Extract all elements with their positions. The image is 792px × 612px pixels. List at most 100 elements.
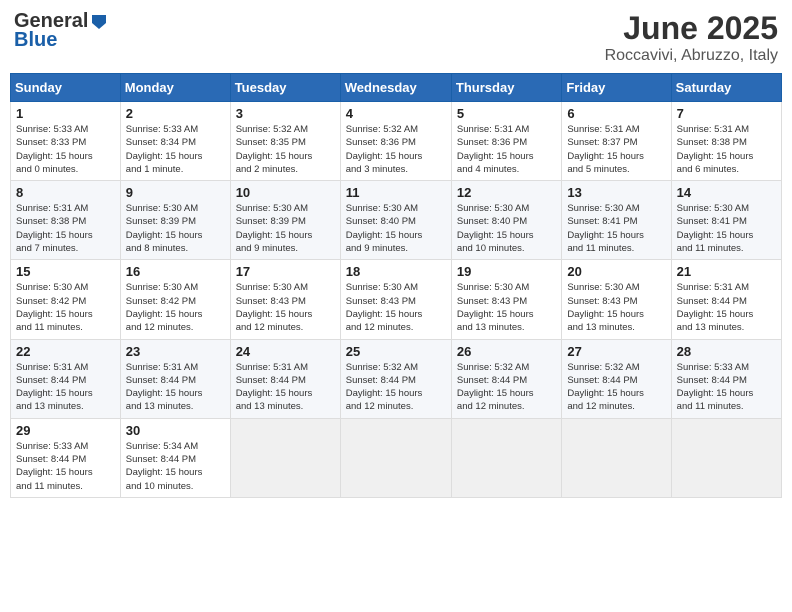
day-number: 20: [567, 264, 665, 279]
calendar-cell: 28 Sunrise: 5:33 AM Sunset: 8:44 PM Dayli…: [671, 339, 781, 418]
calendar-cell: 12 Sunrise: 5:30 AM Sunset: 8:40 PM Dayli…: [451, 181, 561, 260]
day-number: 6: [567, 106, 665, 121]
calendar-cell: 22 Sunrise: 5:31 AM Sunset: 8:44 PM Dayli…: [11, 339, 121, 418]
day-info: Sunrise: 5:30 AM Sunset: 8:42 PM Dayligh…: [126, 281, 225, 334]
calendar-cell: 19 Sunrise: 5:30 AM Sunset: 8:43 PM Dayli…: [451, 260, 561, 339]
day-number: 29: [16, 423, 115, 438]
day-info: Sunrise: 5:33 AM Sunset: 8:33 PM Dayligh…: [16, 123, 115, 176]
calendar-cell: 21 Sunrise: 5:31 AM Sunset: 8:44 PM Dayli…: [671, 260, 781, 339]
day-number: 24: [236, 344, 335, 359]
calendar-cell: 27Sunrise: 5:32 AM Sunset: 8:44 PM Dayli…: [562, 339, 671, 418]
day-of-week-header: Thursday: [451, 74, 561, 102]
calendar-cell: 1 Sunrise: 5:33 AM Sunset: 8:33 PM Daylig…: [11, 102, 121, 181]
calendar-cell: 26 Sunrise: 5:32 AM Sunset: 8:44 PM Dayli…: [451, 339, 561, 418]
day-info: Sunrise: 5:30 AM Sunset: 8:40 PM Dayligh…: [346, 202, 446, 255]
day-number: 22: [16, 344, 115, 359]
day-info: Sunrise: 5:30 AM Sunset: 8:43 PM Dayligh…: [567, 281, 665, 334]
day-number: 10: [236, 185, 335, 200]
title-section: June 2025 Roccavivi, Abruzzo, Italy: [605, 10, 778, 65]
day-number: 12: [457, 185, 556, 200]
calendar-cell: 3 Sunrise: 5:32 AM Sunset: 8:35 PM Daylig…: [230, 102, 340, 181]
location: Roccavivi, Abruzzo, Italy: [605, 47, 778, 65]
day-number: 8: [16, 185, 115, 200]
day-number: 13: [567, 185, 665, 200]
calendar-cell: 10 Sunrise: 5:30 AM Sunset: 8:39 PM Dayli…: [230, 181, 340, 260]
day-info: Sunrise: 5:30 AM Sunset: 8:43 PM Dayligh…: [346, 281, 446, 334]
calendar-cell: [340, 418, 451, 497]
day-number: 27: [567, 344, 665, 359]
logo-blue-text: Blue: [14, 29, 57, 52]
day-info: Sunrise: 5:31 AM Sunset: 8:44 PM Dayligh…: [16, 361, 115, 414]
day-number: 2: [126, 106, 225, 121]
day-info: Sunrise: 5:32 AM Sunset: 8:35 PM Dayligh…: [236, 123, 335, 176]
calendar-cell: 18Sunrise: 5:30 AM Sunset: 8:43 PM Dayli…: [340, 260, 451, 339]
calendar-cell: 24 Sunrise: 5:31 AM Sunset: 8:44 PM Dayli…: [230, 339, 340, 418]
day-number: 3: [236, 106, 335, 121]
calendar-cell: 16 Sunrise: 5:30 AM Sunset: 8:42 PM Dayli…: [120, 260, 230, 339]
calendar-cell: 7 Sunrise: 5:31 AM Sunset: 8:38 PM Daylig…: [671, 102, 781, 181]
calendar-table: SundayMondayTuesdayWednesdayThursdayFrid…: [10, 73, 782, 498]
page-header: General Blue June 2025 Roccavivi, Abruzz…: [10, 10, 782, 65]
day-number: 17: [236, 264, 335, 279]
day-number: 23: [126, 344, 225, 359]
day-number: 4: [346, 106, 446, 121]
day-info: Sunrise: 5:30 AM Sunset: 8:41 PM Dayligh…: [677, 202, 776, 255]
day-of-week-header: Friday: [562, 74, 671, 102]
calendar-cell: 6 Sunrise: 5:31 AM Sunset: 8:37 PM Daylig…: [562, 102, 671, 181]
calendar-cell: 17 Sunrise: 5:30 AM Sunset: 8:43 PM Dayli…: [230, 260, 340, 339]
calendar-week-row: 8 Sunrise: 5:31 AM Sunset: 8:38 PM Daylig…: [11, 181, 782, 260]
day-info: Sunrise: 5:33 AM Sunset: 8:44 PM Dayligh…: [16, 440, 115, 493]
day-info: Sunrise: 5:33 AM Sunset: 8:44 PM Dayligh…: [677, 361, 776, 414]
day-of-week-header: Tuesday: [230, 74, 340, 102]
day-info: Sunrise: 5:31 AM Sunset: 8:37 PM Dayligh…: [567, 123, 665, 176]
day-info: Sunrise: 5:34 AM Sunset: 8:44 PM Dayligh…: [126, 440, 225, 493]
day-info: Sunrise: 5:30 AM Sunset: 8:43 PM Dayligh…: [236, 281, 335, 334]
day-number: 21: [677, 264, 776, 279]
calendar-cell: 8 Sunrise: 5:31 AM Sunset: 8:38 PM Daylig…: [11, 181, 121, 260]
calendar-week-row: 22 Sunrise: 5:31 AM Sunset: 8:44 PM Dayli…: [11, 339, 782, 418]
day-info: Sunrise: 5:31 AM Sunset: 8:44 PM Dayligh…: [677, 281, 776, 334]
day-info: Sunrise: 5:33 AM Sunset: 8:34 PM Dayligh…: [126, 123, 225, 176]
day-info: Sunrise: 5:30 AM Sunset: 8:43 PM Dayligh…: [457, 281, 556, 334]
calendar-cell: [671, 418, 781, 497]
day-number: 28: [677, 344, 776, 359]
day-info: Sunrise: 5:32 AM Sunset: 8:44 PM Dayligh…: [346, 361, 446, 414]
logo: General Blue: [14, 10, 108, 52]
day-info: Sunrise: 5:30 AM Sunset: 8:39 PM Dayligh…: [236, 202, 335, 255]
calendar-cell: [230, 418, 340, 497]
day-info: Sunrise: 5:31 AM Sunset: 8:38 PM Dayligh…: [16, 202, 115, 255]
calendar-cell: 15Sunrise: 5:30 AM Sunset: 8:42 PM Dayli…: [11, 260, 121, 339]
day-info: Sunrise: 5:32 AM Sunset: 8:44 PM Dayligh…: [457, 361, 556, 414]
day-number: 5: [457, 106, 556, 121]
calendar-cell: 13Sunrise: 5:30 AM Sunset: 8:41 PM Dayli…: [562, 181, 671, 260]
day-number: 1: [16, 106, 115, 121]
calendar-cell: 4 Sunrise: 5:32 AM Sunset: 8:36 PM Daylig…: [340, 102, 451, 181]
calendar-week-row: 15 Sunrise: 5:30 AM Sunset: 8:42 PM Dayli…: [11, 260, 782, 339]
day-number: 30: [126, 423, 225, 438]
calendar-header-row: SundayMondayTuesdayWednesdayThursdayFrid…: [11, 74, 782, 102]
day-of-week-header: Wednesday: [340, 74, 451, 102]
day-number: 25: [346, 344, 446, 359]
calendar-cell: [562, 418, 671, 497]
calendar-cell: 29 Sunrise: 5:33 AM Sunset: 8:44 PM Dayli…: [11, 418, 121, 497]
calendar-cell: 25 Sunrise: 5:32 AM Sunset: 8:44 PM Dayli…: [340, 339, 451, 418]
day-of-week-header: Monday: [120, 74, 230, 102]
day-number: 26: [457, 344, 556, 359]
logo-icon: [90, 13, 108, 31]
day-info: Sunrise: 5:31 AM Sunset: 8:38 PM Dayligh…: [677, 123, 776, 176]
calendar-cell: 5 Sunrise: 5:31 AM Sunset: 8:36 PM Daylig…: [451, 102, 561, 181]
calendar-cell: 14 Sunrise: 5:30 AM Sunset: 8:41 PM Dayli…: [671, 181, 781, 260]
calendar-cell: 23Sunrise: 5:31 AM Sunset: 8:44 PM Dayli…: [120, 339, 230, 418]
calendar-cell: 2 Sunrise: 5:33 AM Sunset: 8:34 PM Daylig…: [120, 102, 230, 181]
day-number: 16: [126, 264, 225, 279]
calendar-cell: [451, 418, 561, 497]
calendar-week-row: 1 Sunrise: 5:33 AM Sunset: 8:33 PM Daylig…: [11, 102, 782, 181]
day-info: Sunrise: 5:32 AM Sunset: 8:36 PM Dayligh…: [346, 123, 446, 176]
day-number: 15: [16, 264, 115, 279]
day-number: 7: [677, 106, 776, 121]
day-info: Sunrise: 5:31 AM Sunset: 8:36 PM Dayligh…: [457, 123, 556, 176]
day-number: 19: [457, 264, 556, 279]
day-info: Sunrise: 5:31 AM Sunset: 8:44 PM Dayligh…: [236, 361, 335, 414]
day-number: 14: [677, 185, 776, 200]
day-info: Sunrise: 5:30 AM Sunset: 8:40 PM Dayligh…: [457, 202, 556, 255]
